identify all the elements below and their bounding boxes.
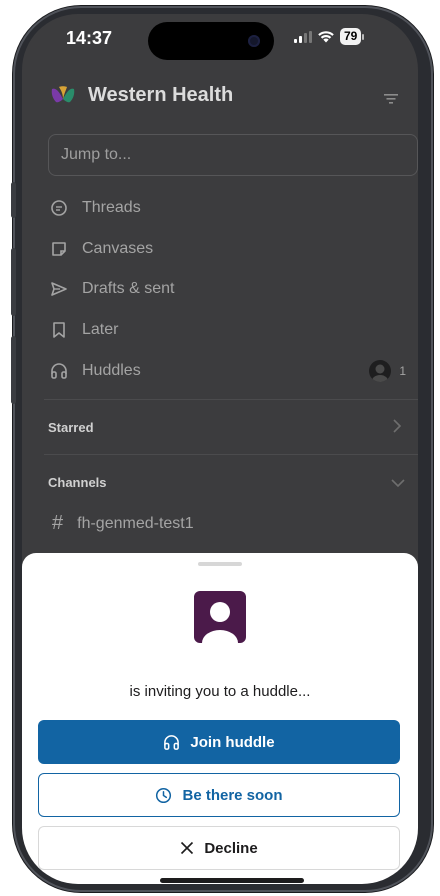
- nav-item-label: Drafts & sent: [82, 280, 175, 297]
- workspace-header[interactable]: Western Health: [50, 84, 233, 107]
- inviter-avatar: [194, 591, 246, 643]
- join-huddle-label: Join huddle: [190, 733, 275, 751]
- nav-item-label: Canvases: [82, 240, 154, 257]
- chevron-right-icon[interactable]: [392, 418, 402, 434]
- nav-item-huddles[interactable]: Huddles: [50, 356, 141, 386]
- huddle-participants: 1: [369, 360, 406, 382]
- jump-to-input[interactable]: Jump to...: [48, 134, 418, 176]
- headphones-icon: [51, 363, 67, 379]
- screen: 14:37 79 Western Health Jump to... Threa…: [22, 14, 418, 884]
- nav-item-label: Huddles: [82, 362, 141, 379]
- channel-name: fh-genmed-test1: [77, 514, 194, 532]
- camera-icon: [248, 35, 260, 47]
- divider: [44, 399, 418, 400]
- nav-item-drafts[interactable]: Drafts & sent: [50, 274, 174, 304]
- signal-icon: [294, 30, 312, 43]
- workspace-name: Western Health: [88, 84, 234, 106]
- volume-down-button: [11, 336, 16, 404]
- clock-icon: [156, 787, 172, 803]
- wifi-icon: [318, 31, 334, 43]
- status-icons: 79: [294, 28, 365, 45]
- headphones-icon: [164, 734, 180, 750]
- send-icon: [51, 282, 67, 296]
- nav-item-canvases[interactable]: Canvases: [50, 234, 153, 264]
- participant-avatar: [369, 360, 392, 382]
- nav-item-label: Later: [82, 321, 119, 338]
- hash-icon: #: [52, 512, 64, 534]
- volume-up-button: [11, 248, 16, 316]
- huddle-invite-sheet: is inviting you to a huddle... Join hudd…: [22, 553, 418, 884]
- huddle-count: 1: [399, 364, 406, 378]
- be-there-soon-button[interactable]: Be there soon: [38, 773, 400, 817]
- nav-item-threads[interactable]: Threads: [50, 193, 141, 223]
- chevron-down-icon[interactable]: [390, 478, 406, 488]
- decline-button[interactable]: Decline: [38, 826, 400, 870]
- canvas-icon: [52, 242, 66, 256]
- status-time: 14:37: [66, 28, 113, 48]
- invite-message: is inviting you to a huddle...: [129, 683, 311, 700]
- filter-icon[interactable]: [384, 94, 398, 104]
- dynamic-island: [148, 22, 274, 60]
- close-icon: [181, 841, 194, 855]
- divider: [44, 454, 418, 455]
- nav-item-label: Threads: [82, 199, 141, 216]
- join-huddle-button[interactable]: Join huddle: [38, 720, 400, 764]
- bookmark-icon: [53, 322, 65, 338]
- nav-item-later[interactable]: Later: [50, 315, 118, 345]
- action-button: [11, 182, 16, 218]
- section-starred[interactable]: Starred: [48, 420, 94, 435]
- be-there-soon-label: Be there soon: [182, 786, 283, 804]
- workspace-logo-icon: [51, 85, 75, 102]
- channel-item[interactable]: # fh-genmed-test1: [52, 512, 194, 535]
- home-indicator[interactable]: [160, 878, 304, 883]
- decline-label: Decline: [204, 839, 258, 857]
- threads-icon: [51, 200, 67, 216]
- sheet-grabber[interactable]: [198, 562, 242, 566]
- battery-level: 79: [340, 28, 362, 45]
- battery-icon: [362, 33, 365, 40]
- section-channels[interactable]: Channels: [48, 475, 107, 490]
